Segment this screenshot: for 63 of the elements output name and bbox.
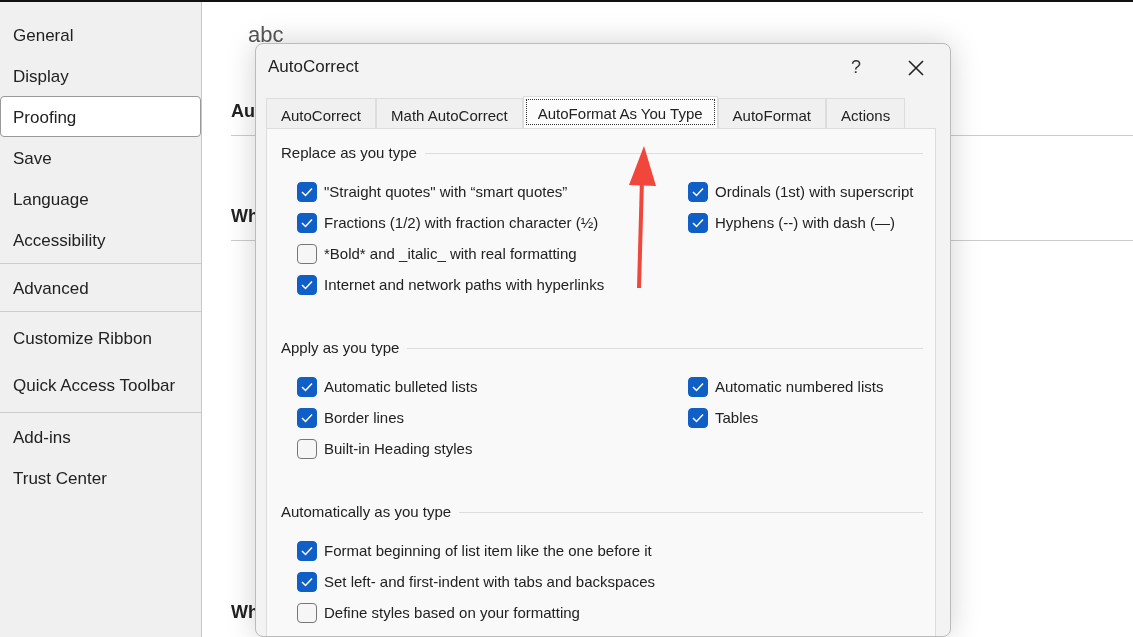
option-label: Hyphens (--) with dash (—) <box>715 212 896 233</box>
option-label: *Bold* and _italic_ with real formatting <box>324 243 577 264</box>
tab[interactable]: AutoFormat As You Type <box>522 96 718 128</box>
checkbox[interactable] <box>297 571 317 592</box>
tab[interactable]: Math AutoCorrect <box>376 98 523 128</box>
abc-icon-text: abc <box>248 21 285 49</box>
option-label: Automatic numbered lists <box>715 376 884 397</box>
option-label: Fractions (1/2) with fraction character (½) <box>324 212 599 233</box>
group-title: Automatically as you type <box>281 501 452 522</box>
checkbox[interactable] <box>297 407 317 428</box>
sidebar-item[interactable]: Proofing <box>0 96 201 137</box>
checkbox[interactable] <box>297 438 317 459</box>
check-icon <box>301 217 313 228</box>
check-icon <box>301 279 313 290</box>
option-label: "Straight quotes" with “smart quotes” <box>324 181 568 202</box>
tab[interactable]: AutoFormat <box>717 98 826 128</box>
checkbox[interactable] <box>688 376 708 397</box>
checkbox[interactable] <box>297 181 317 202</box>
check-icon <box>692 186 704 197</box>
sidebar-item[interactable]: Advanced <box>0 267 201 308</box>
section-heading: Au <box>231 100 255 123</box>
sidebar-item[interactable]: Save <box>0 137 201 178</box>
tab[interactable]: AutoCorrect <box>266 98 377 128</box>
checkbox[interactable] <box>297 243 317 264</box>
group-title: Apply as you type <box>281 337 400 358</box>
close-icon <box>907 58 925 77</box>
checkbox[interactable] <box>297 540 317 561</box>
dialog-title: AutoCorrect <box>268 56 360 79</box>
option-label: Internet and network paths with hyperlinks <box>324 274 605 295</box>
checkbox[interactable] <box>297 376 317 397</box>
sidebar-item[interactable]: Display <box>0 55 201 96</box>
check-icon <box>301 186 313 197</box>
check-icon <box>301 381 313 392</box>
checkbox[interactable] <box>297 212 317 233</box>
option-label: Define styles based on your formatting <box>324 602 580 623</box>
checkbox[interactable] <box>688 212 708 233</box>
option-label: Format beginning of list item like the one before it <box>324 540 652 561</box>
checkbox[interactable] <box>297 274 317 295</box>
option-label: Ordinals (1st) with superscript <box>715 181 914 202</box>
sidebar-item[interactable]: Trust Center <box>0 457 201 498</box>
option-label: Tables <box>715 407 759 428</box>
check-icon <box>301 576 313 587</box>
sidebar-item[interactable]: Accessibility <box>0 219 201 260</box>
check-icon <box>301 412 313 423</box>
checkbox[interactable] <box>688 407 708 428</box>
group-title: Replace as you type <box>281 142 417 163</box>
tab[interactable]: Actions <box>826 98 906 128</box>
check-icon <box>692 217 704 228</box>
sidebar-item[interactable]: General <box>0 14 201 55</box>
checkbox[interactable] <box>688 181 708 202</box>
sidebar-item[interactable]: Quick Access Toolbar <box>0 362 201 409</box>
option-label: Border lines <box>324 407 405 428</box>
option-label: Automatic bulleted lists <box>324 376 478 397</box>
option-label: Built-in Heading styles <box>324 438 473 459</box>
sidebar-item[interactable]: Customize Ribbon <box>0 315 201 362</box>
checkbox[interactable] <box>297 602 317 623</box>
check-icon <box>692 412 704 423</box>
option-label: Set left- and first-indent with tabs and backspaces <box>324 571 655 592</box>
sidebar-item[interactable]: Language <box>0 178 201 219</box>
help-button[interactable]: ? <box>834 52 878 82</box>
check-icon <box>301 545 313 556</box>
check-icon <box>692 381 704 392</box>
sidebar-item[interactable]: Add-ins <box>0 416 201 457</box>
